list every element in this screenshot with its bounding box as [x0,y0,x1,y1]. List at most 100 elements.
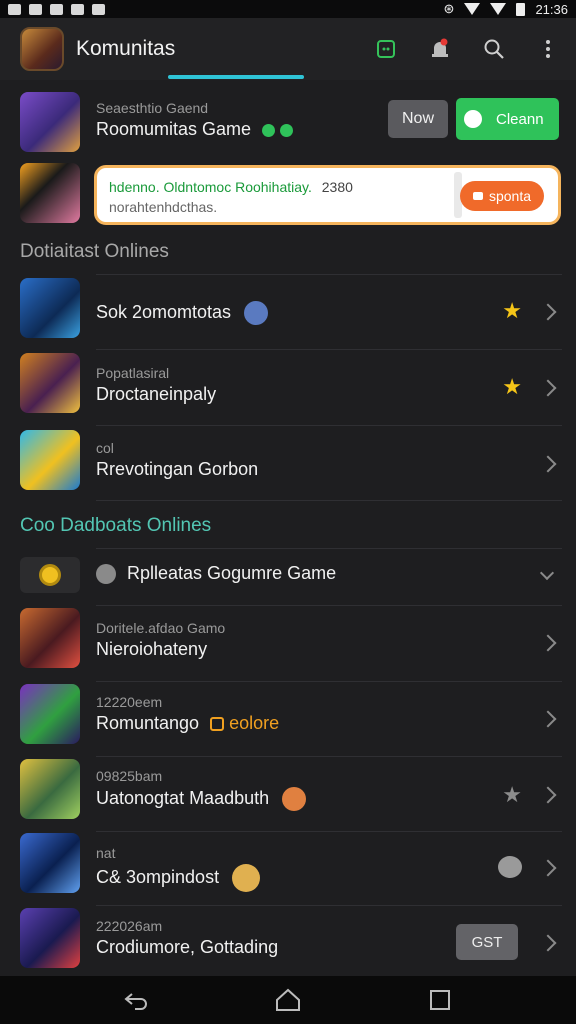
tag-icon [210,717,225,732]
list-item-title: Romuntango [96,713,200,733]
app-title: Komunitas [76,37,176,60]
cleanup-label: Cleann [496,110,544,128]
expander-icon-box[interactable] [20,557,80,593]
divider [96,905,562,906]
divider [96,605,562,606]
notification-icon [71,3,84,15]
promo-number: 2380 [321,179,353,195]
badge-icon [282,787,307,811]
list-item[interactable]: Popatlasiral Droctaneinpaly [96,365,216,405]
now-button[interactable]: Now [388,100,448,138]
notification-icon [29,3,42,15]
game-thumbnail[interactable] [20,278,80,338]
alarm-icon: ⊛ [443,1,455,16]
game-thumbnail[interactable] [20,833,80,893]
app-bar: Komunitas [0,18,576,80]
promo-line1: hdenno. Oldntomoc Roohihatiay. 2380 [109,179,353,195]
list-item-title: Nieroiohateny [96,639,208,659]
link-icon [96,564,116,585]
notification-icon [50,3,63,15]
game-thumbnail[interactable] [20,759,80,819]
expander-row[interactable]: Rplleatas Gogumre Game [96,563,337,585]
list-item-subtitle: 222026am [96,918,163,934]
online-dot-icon [280,123,294,137]
list-item-subtitle: Popatlasiral [96,365,170,381]
recents-icon[interactable] [420,980,460,1020]
list-item[interactable]: col Rrevotingan Gorbon [96,440,258,480]
search-icon[interactable] [480,35,508,63]
game-thumbnail[interactable] [20,353,80,413]
game-thumbnail[interactable] [20,684,80,744]
online-dot-icon [262,123,276,137]
badge-icon [232,864,261,892]
divider [96,349,562,350]
divider [96,831,562,832]
divider [96,681,562,682]
list-item-title: Droctaneinpaly [96,384,217,404]
gamepad-icon[interactable] [372,35,400,63]
face-icon[interactable] [498,856,522,878]
ticket-icon [472,192,483,200]
battery-icon [516,2,526,16]
coin-icon [39,564,61,586]
home-icon[interactable] [268,980,308,1020]
promo-button-label: sponta [488,188,532,204]
list-item-tag: eolore [229,713,280,733]
list-item[interactable]: nat C& 3ompindost [96,845,261,892]
back-icon[interactable] [116,980,156,1020]
section-title: Dotiaitast Onlines [20,241,169,262]
game-title-label: Roomumitas Game [96,119,252,139]
status-bar: ⊛ 21:36 [0,0,576,18]
promo-line2: norahtenhdcthas. [109,199,218,215]
promo-button[interactable]: sponta [460,181,544,211]
cleanup-button[interactable]: Cleann [456,98,559,140]
list-item-title: C& 3ompindost [96,866,220,887]
list-item-title: Uatonogtat Maadbuth [96,787,270,808]
tab-indicator [168,75,304,79]
promo-line1-text: hdenno. Oldntomoc Roohihatiay. [109,179,312,195]
expander-title: Rplleatas Gogumre Game [127,563,337,583]
list-item[interactable]: Sok 2omomtotas [96,301,269,325]
list-item-title: Rrevotingan Gorbon [96,459,259,479]
list-item-subtitle: col [96,440,114,456]
promo-banner[interactable]: hdenno. Oldntomoc Roohihatiay. 2380 nora… [94,165,561,225]
divider [96,274,562,275]
game-thumbnail[interactable] [20,92,80,152]
divider [96,548,562,549]
game-title: Roomumitas Game [96,119,294,140]
list-item[interactable]: 12220eem Romuntango eolore [96,694,279,734]
star-icon[interactable]: ★ [502,374,522,400]
divider [96,756,562,757]
section-title: Coo Dadboats Onlines [20,515,212,536]
promo-thumbnail[interactable] [20,163,80,223]
bell-icon[interactable] [426,35,454,63]
list-item[interactable]: 222026am Crodiumore, Gottading [96,918,278,958]
notification-icon [92,3,105,15]
notification-icon [8,3,21,15]
status-time: 21:36 [535,1,568,17]
game-thumbnail[interactable] [20,908,80,968]
game-header-text: Seaesthtio Gaend Roomumitas Game [96,100,294,140]
clover-icon [464,110,482,128]
game-thumbnail[interactable] [20,608,80,668]
star-icon[interactable]: ★ [502,298,522,324]
list-item[interactable]: Doritele.afdao Gamo Nieroiohateny [96,620,225,660]
badge-icon [244,301,269,325]
list-item-title: Sok 2omomtotas [96,301,232,322]
star-icon[interactable]: ★ [502,782,522,808]
list-item-subtitle: 12220eem [96,694,163,710]
list-item-title: Crodiumore, Gottading [96,937,279,957]
game-thumbnail[interactable] [20,430,80,490]
list-item[interactable]: 09825bam Uatonogtat Maadbuth [96,768,307,811]
status-system-icons: ⊛ 21:36 [444,1,568,17]
signal-icon [490,3,507,15]
list-item-subtitle: nat [96,845,116,861]
app-logo[interactable] [20,27,64,71]
get-button[interactable]: GST [456,924,518,960]
list-item-subtitle: Doritele.afdao Gamo [96,620,226,636]
divider [96,425,562,426]
wifi-icon [464,3,481,15]
game-subtitle: Seaesthtio Gaend [96,100,209,116]
list-item-subtitle: 09825bam [96,768,163,784]
more-vert-icon[interactable] [534,35,562,63]
